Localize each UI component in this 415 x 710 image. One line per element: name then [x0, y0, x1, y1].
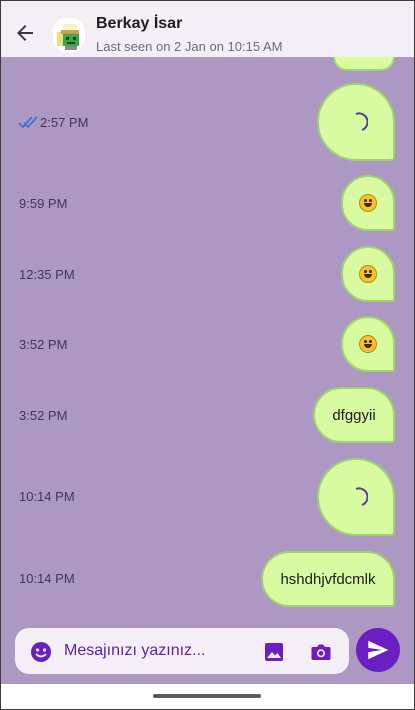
grinning-face-icon: [359, 335, 377, 353]
message-bubble[interactable]: [317, 458, 395, 536]
message-bubble[interactable]: [333, 57, 395, 71]
avatar[interactable]: [53, 16, 85, 54]
message-row: 12:35 PM: [1, 246, 414, 302]
double-check-icon: [18, 116, 38, 129]
message-row: 10:14 PM: [1, 458, 414, 536]
message-time: 10:14 PM: [19, 489, 75, 504]
message-row: 3:52 PM dfggyii: [1, 387, 414, 443]
message-input-placeholder[interactable]: Mesajınızı yazınız...: [64, 642, 205, 660]
arrow-left-icon[interactable]: [13, 21, 37, 45]
message-list[interactable]: 2:57 PM 9:59 PM 12:35 PM 3:52 PM 3:52 PM…: [1, 57, 414, 628]
message-bubble[interactable]: [341, 246, 395, 302]
home-gesture-handle[interactable]: [153, 694, 261, 698]
contact-name[interactable]: Berkay İsar: [96, 15, 182, 33]
message-bubble[interactable]: hshdhjvfdcmlk: [261, 551, 395, 607]
system-navigation-bar: [1, 684, 414, 709]
message-row: 2:57 PM: [1, 83, 414, 161]
message-bubble[interactable]: [341, 175, 395, 231]
message-time: 3:52 PM: [19, 408, 68, 423]
message-row: 10:14 PM hshdhjvfdcmlk: [1, 551, 414, 607]
message-row: 3:52 PM: [1, 316, 414, 372]
camera-icon[interactable]: [309, 640, 333, 664]
image-icon[interactable]: [262, 640, 286, 664]
last-seen-status: Last seen on 2 Jan on 10:15 AM: [96, 39, 283, 54]
send-button[interactable]: [356, 628, 400, 672]
message-time: 10:14 PM: [19, 571, 75, 586]
message-time: 9:59 PM: [19, 196, 68, 211]
smiley-icon[interactable]: [29, 640, 53, 664]
grinning-face-icon: [359, 265, 377, 283]
message-bubble[interactable]: [341, 316, 395, 372]
message-row: 9:59 PM: [1, 175, 414, 231]
loading-spinner-icon: [355, 112, 368, 131]
app-bar: Berkay İsar Last seen on 2 Jan on 10:15 …: [1, 1, 414, 57]
message-time: 2:57 PM: [40, 115, 89, 130]
chat-screen: Berkay İsar Last seen on 2 Jan on 10:15 …: [0, 0, 415, 710]
message-time: 12:35 PM: [19, 267, 75, 282]
message-bubble[interactable]: dfggyii: [313, 387, 395, 443]
message-time: 3:52 PM: [19, 337, 68, 352]
grinning-face-icon: [359, 194, 377, 212]
send-icon: [368, 640, 389, 660]
message-composer: Mesajınızı yazınız...: [1, 628, 414, 684]
message-input[interactable]: Mesajınızı yazınız...: [15, 628, 349, 674]
loading-spinner-icon: [355, 487, 368, 506]
message-bubble[interactable]: [317, 83, 395, 161]
